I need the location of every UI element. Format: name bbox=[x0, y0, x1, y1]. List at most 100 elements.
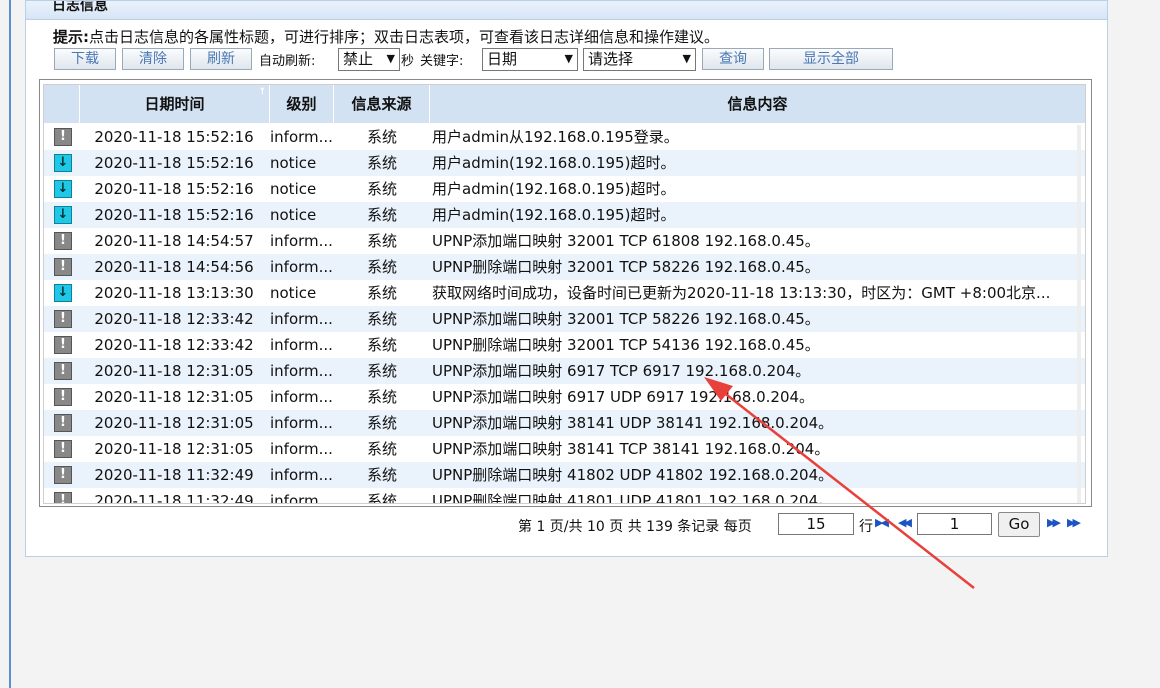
row-message: 获取网络时间成功，设备时间已更新为2020-11-18 13:13:30，时区为… bbox=[432, 284, 1051, 302]
row-datetime: 2020-11-18 15:52:16 bbox=[94, 206, 254, 224]
row-level: notice bbox=[270, 206, 317, 224]
table-row[interactable]: ! 2020-11-18 15:52:16 inform... 系统 用户admin从1… bbox=[44, 124, 1085, 150]
header-source[interactable]: 信息来源 bbox=[334, 85, 430, 123]
row-level: inform... bbox=[270, 258, 333, 276]
keyword-label: 关键字: bbox=[420, 54, 464, 69]
chevron-down-icon: ▼ bbox=[682, 52, 691, 65]
row-message: 用户admin(192.168.0.195)超时。 bbox=[432, 206, 676, 224]
row-datetime: 2020-11-18 15:52:16 bbox=[94, 180, 254, 198]
row-icon-cell: ! bbox=[44, 124, 78, 150]
keyword-value-select[interactable]: 请选择 ▼ bbox=[583, 48, 696, 71]
show-all-button[interactable]: 显示全部 bbox=[769, 48, 893, 70]
row-level: inform... bbox=[270, 466, 333, 484]
row-message: UPNP添加端口映射 38141 TCP 38141 192.168.0.204… bbox=[432, 440, 830, 458]
sort-arrow-icon: ↑ bbox=[258, 87, 266, 97]
table-row[interactable]: ! 2020-11-18 14:54:56 inform... 系统 UPNP删除端口映… bbox=[44, 254, 1085, 280]
row-datetime: 2020-11-18 14:54:57 bbox=[94, 232, 254, 250]
table-row[interactable]: ↓ 2020-11-18 15:52:16 notice 系统 用户admin(192.… bbox=[44, 176, 1085, 202]
info-level-icon: ! bbox=[54, 466, 72, 484]
page-input[interactable]: 1 bbox=[917, 513, 992, 535]
table-row[interactable]: ! 2020-11-18 12:33:42 inform... 系统 UPNP删除端口映… bbox=[44, 332, 1085, 358]
hint-text: 提示:点击日志信息的各属性标题，可进行排序；双击日志表项，可查看该日志详细信息和… bbox=[53, 26, 719, 47]
auto-refresh-value: 禁止 bbox=[343, 50, 374, 68]
row-datetime: 2020-11-18 12:33:42 bbox=[94, 336, 254, 354]
row-source: 系统 bbox=[366, 232, 397, 250]
table-row[interactable]: ! 2020-11-18 12:31:05 inform... 系统 UPNP添加端口映… bbox=[44, 436, 1085, 462]
info-level-icon: ! bbox=[54, 336, 72, 354]
row-datetime: 2020-11-18 12:31:05 bbox=[94, 414, 254, 432]
row-level: inform... bbox=[270, 492, 333, 504]
table-row[interactable]: ! 2020-11-18 11:32:49 inform... 系统 UPNP删除端口映… bbox=[44, 488, 1085, 504]
header-datetime-label: 日期时间 bbox=[144, 95, 205, 113]
table-header: 日期时间 ↑ 级别 信息来源 信息内容 bbox=[44, 85, 1085, 123]
row-icon-cell: ! bbox=[44, 254, 78, 280]
table-row[interactable]: ! 2020-11-18 12:31:05 inform... 系统 UPNP添加端口映… bbox=[44, 384, 1085, 410]
download-button[interactable]: 下载 bbox=[54, 48, 116, 70]
table-row[interactable]: ! 2020-11-18 12:31:05 inform... 系统 UPNP添加端口映… bbox=[44, 410, 1085, 436]
go-button[interactable]: Go bbox=[998, 512, 1040, 537]
row-icon-cell: ↓ bbox=[44, 280, 78, 306]
keyword-field-value: 日期 bbox=[487, 50, 518, 68]
row-message: UPNP添加端口映射 6917 TCP 6917 192.168.0.204。 bbox=[432, 362, 811, 380]
table-row[interactable]: ! 2020-11-18 14:54:57 inform... 系统 UPNP添加端口映… bbox=[44, 228, 1085, 254]
row-message: UPNP添加端口映射 6917 UDP 6917 192.168.0.204。 bbox=[432, 388, 815, 406]
table-row[interactable]: ↓ 2020-11-18 13:13:30 notice 系统 获取网络时间成功，设备时… bbox=[44, 280, 1085, 306]
header-message[interactable]: 信息内容 bbox=[430, 85, 1085, 123]
notice-level-icon: ↓ bbox=[54, 180, 72, 198]
row-source: 系统 bbox=[366, 440, 397, 458]
refresh-button[interactable]: 刷新 bbox=[190, 48, 252, 70]
table-scrollbar[interactable] bbox=[1077, 125, 1081, 503]
row-datetime: 2020-11-18 15:52:16 bbox=[94, 154, 254, 172]
row-level: inform... bbox=[270, 336, 333, 354]
row-source: 系统 bbox=[366, 206, 397, 224]
info-level-icon: ! bbox=[54, 232, 72, 250]
row-message: 用户admin(192.168.0.195)超时。 bbox=[432, 180, 676, 198]
auto-refresh-label: 自动刷新: bbox=[259, 54, 316, 69]
seconds-label: 秒 bbox=[401, 54, 415, 69]
last-page-icon[interactable]: ▶▶ bbox=[1067, 516, 1081, 529]
first-page-icon[interactable]: ▶◀ bbox=[875, 516, 889, 529]
row-icon-cell: ↓ bbox=[44, 202, 78, 228]
clear-button[interactable]: 清除 bbox=[122, 48, 184, 70]
info-level-icon: ! bbox=[54, 128, 72, 146]
row-message: UPNP删除端口映射 41801 UDP 41801 192.168.0.204… bbox=[432, 492, 834, 504]
header-datetime[interactable]: 日期时间 ↑ bbox=[80, 85, 270, 123]
row-level: notice bbox=[270, 154, 317, 172]
hint-label: 提示: bbox=[53, 28, 89, 46]
row-datetime: 2020-11-18 11:32:49 bbox=[94, 466, 254, 484]
query-button[interactable]: 查询 bbox=[702, 48, 764, 70]
keyword-field-select[interactable]: 日期 ▼ bbox=[482, 48, 578, 71]
row-datetime: 2020-11-18 15:52:16 bbox=[94, 128, 254, 146]
row-source: 系统 bbox=[366, 180, 397, 198]
row-source: 系统 bbox=[366, 258, 397, 276]
row-datetime: 2020-11-18 12:31:05 bbox=[94, 362, 254, 380]
row-source: 系统 bbox=[366, 388, 397, 406]
row-level: inform... bbox=[270, 440, 333, 458]
header-level[interactable]: 级别 bbox=[270, 85, 334, 123]
info-level-icon: ! bbox=[54, 310, 72, 328]
row-message: UPNP添加端口映射 32001 TCP 58226 192.168.0.45。 bbox=[432, 310, 820, 328]
row-source: 系统 bbox=[366, 362, 397, 380]
row-icon-cell: ! bbox=[44, 228, 78, 254]
log-table: 日期时间 ↑ 级别 信息来源 信息内容 ! 2020-11-18 15:52:16… bbox=[43, 84, 1086, 504]
auto-refresh-select[interactable]: 禁止 ▼ bbox=[338, 48, 400, 71]
table-row[interactable]: ! 2020-11-18 11:32:49 inform... 系统 UPNP删除端口映… bbox=[44, 462, 1085, 488]
row-datetime: 2020-11-18 14:54:56 bbox=[94, 258, 254, 276]
table-row[interactable]: ! 2020-11-18 12:31:05 inform... 系统 UPNP添加端口映… bbox=[44, 358, 1085, 384]
row-datetime: 2020-11-18 12:31:05 bbox=[94, 388, 254, 406]
hint-body: 点击日志信息的各属性标题，可进行排序；双击日志表项，可查看该日志详细信息和操作建… bbox=[89, 28, 720, 46]
row-icon-cell: ! bbox=[44, 358, 78, 384]
row-datetime: 2020-11-18 11:32:49 bbox=[94, 492, 254, 504]
panel-title: 日志信息 bbox=[26, 1, 1107, 20]
chevron-down-icon: ▼ bbox=[564, 52, 573, 65]
row-level: inform... bbox=[270, 362, 333, 380]
table-row[interactable]: ↓ 2020-11-18 15:52:16 notice 系统 用户admin(192.… bbox=[44, 150, 1085, 176]
table-row[interactable]: ! 2020-11-18 12:33:42 inform... 系统 UPNP添加端口映… bbox=[44, 306, 1085, 332]
row-message: UPNP删除端口映射 41802 UDP 41802 192.168.0.204… bbox=[432, 466, 834, 484]
prev-page-icon[interactable]: ◀◀ bbox=[898, 516, 912, 529]
per-page-input[interactable]: 15 bbox=[778, 513, 854, 535]
next-page-icon[interactable]: ▶▶ bbox=[1047, 516, 1061, 529]
row-level: notice bbox=[270, 180, 317, 198]
info-level-icon: ! bbox=[54, 492, 72, 503]
table-row[interactable]: ↓ 2020-11-18 15:52:16 notice 系统 用户admin(192.… bbox=[44, 202, 1085, 228]
